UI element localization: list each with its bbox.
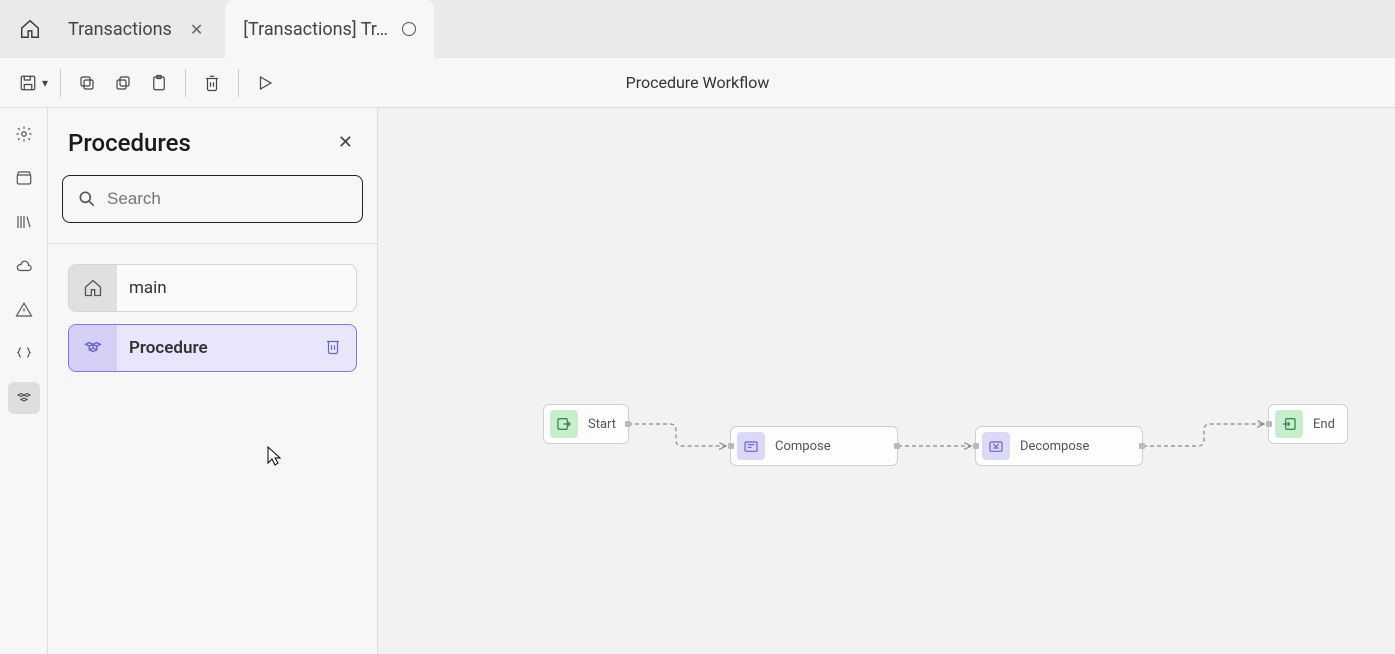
decompose-icon xyxy=(982,432,1010,460)
chevron-down-icon[interactable]: ▾ xyxy=(42,76,48,90)
panel-title: Procedures xyxy=(68,129,191,157)
close-icon[interactable]: ✕ xyxy=(186,18,207,41)
left-rail xyxy=(0,108,48,654)
rail-cloud[interactable] xyxy=(8,250,40,282)
procedure-item-label: main xyxy=(117,278,356,298)
search-input[interactable] xyxy=(62,175,363,223)
compose-icon xyxy=(737,432,765,460)
workflow-canvas[interactable]: Start Compose Decompose End xyxy=(378,108,1395,654)
cut-button[interactable] xyxy=(105,65,141,101)
workflow-node-compose[interactable]: Compose xyxy=(730,426,898,466)
rail-code[interactable] xyxy=(8,338,40,370)
close-icon[interactable]: ✕ xyxy=(334,128,357,157)
rail-library[interactable] xyxy=(8,206,40,238)
workflow-node-decompose[interactable]: Decompose xyxy=(975,426,1143,466)
node-label: Decompose xyxy=(1020,439,1089,454)
home-icon xyxy=(69,265,117,311)
tab-bar: Transactions ✕ [Transactions] Tr… xyxy=(0,0,1395,58)
main-area: Procedures ✕ main Procedure xyxy=(0,108,1395,654)
tab-transactions-tr[interactable]: [Transactions] Tr… xyxy=(225,0,434,58)
procedure-item-main[interactable]: main xyxy=(68,264,357,312)
toolbar: ▾ Procedure Workflow xyxy=(0,58,1395,108)
start-icon xyxy=(550,410,578,438)
copy-button[interactable] xyxy=(69,65,105,101)
procedure-item-procedure[interactable]: Procedure xyxy=(68,324,357,372)
delete-button[interactable] xyxy=(194,65,230,101)
workflow-node-end[interactable]: End xyxy=(1268,404,1348,444)
node-label: End xyxy=(1313,417,1335,432)
rail-procedures[interactable] xyxy=(8,382,40,414)
workflow-node-start[interactable]: Start xyxy=(543,404,629,444)
procedures-panel: Procedures ✕ main Procedure xyxy=(48,108,378,654)
cubes-icon xyxy=(69,325,117,371)
procedure-item-label: Procedure xyxy=(117,338,310,358)
tab-label: [Transactions] Tr… xyxy=(243,19,388,40)
delete-icon[interactable] xyxy=(310,337,356,359)
save-button[interactable] xyxy=(10,65,46,101)
unsaved-indicator-icon xyxy=(402,22,416,36)
rail-warnings[interactable] xyxy=(8,294,40,326)
page-title: Procedure Workflow xyxy=(626,73,770,92)
paste-button[interactable] xyxy=(141,65,177,101)
run-button[interactable] xyxy=(247,65,283,101)
search-icon xyxy=(77,189,97,209)
rail-package[interactable] xyxy=(8,162,40,194)
tab-transactions[interactable]: Transactions ✕ xyxy=(50,0,225,58)
search-field[interactable] xyxy=(107,189,348,209)
node-label: Compose xyxy=(775,439,831,454)
tab-label: Transactions xyxy=(68,19,172,40)
home-button[interactable] xyxy=(10,9,50,49)
end-icon xyxy=(1275,410,1303,438)
node-label: Start xyxy=(588,417,616,432)
rail-settings[interactable] xyxy=(8,118,40,150)
